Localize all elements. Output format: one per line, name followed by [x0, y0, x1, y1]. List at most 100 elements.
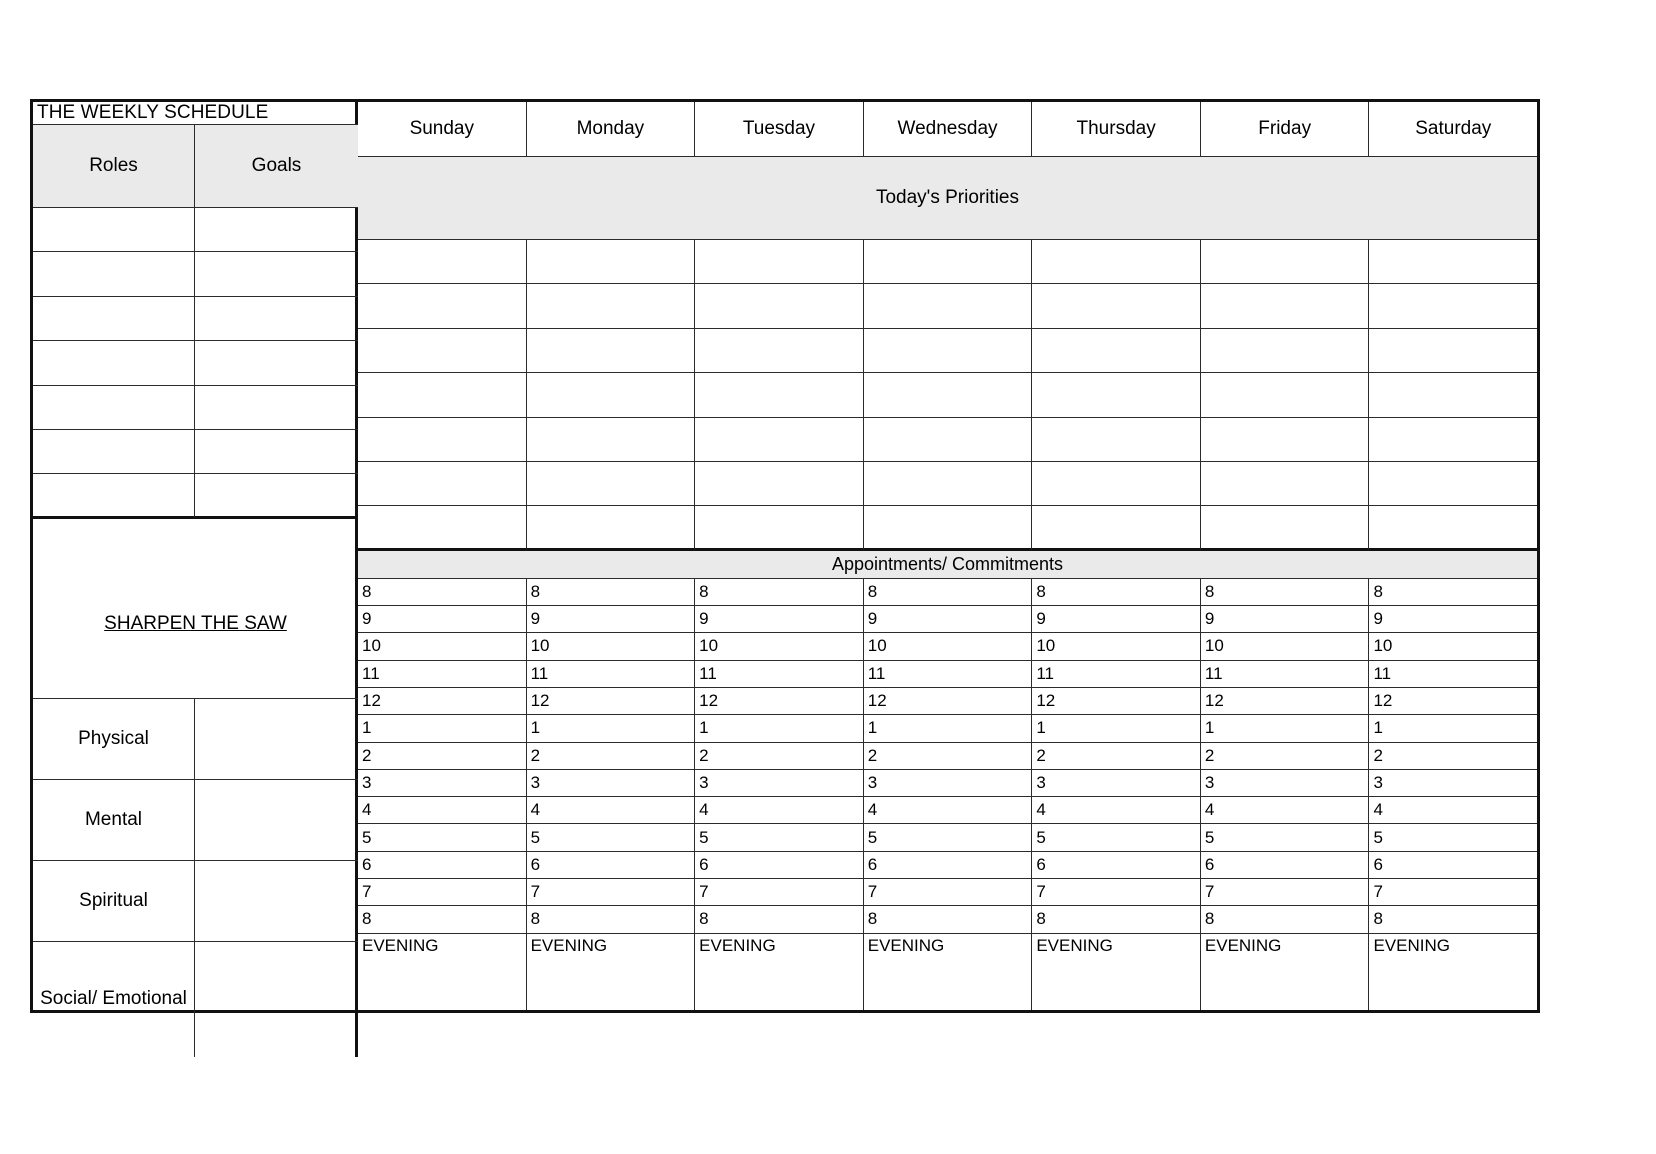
goal-entry-cell[interactable] — [195, 474, 358, 519]
priority-entry-cell-tuesday[interactable] — [695, 373, 864, 418]
hour-slot-friday-9[interactable]: 9 — [1200, 606, 1370, 634]
hour-slot-friday-6[interactable]: 6 — [1200, 851, 1370, 879]
hour-slot-saturday-4[interactable]: 4 — [1369, 797, 1538, 825]
hour-slot-wednesday-4[interactable]: 4 — [863, 797, 1033, 825]
hour-slot-monday-6[interactable]: 6 — [526, 851, 696, 879]
role-entry-cell[interactable] — [33, 474, 195, 519]
hour-slot-tuesday-1[interactable]: 1 — [695, 715, 864, 743]
hour-slot-friday-8[interactable]: 8 — [1200, 906, 1370, 934]
priority-entry-cell-monday[interactable] — [526, 417, 696, 462]
hour-slot-thursday-8[interactable]: 8 — [1032, 578, 1201, 607]
evening-slot-thursday[interactable]: EVENING — [1032, 933, 1201, 1010]
goal-entry-cell[interactable] — [195, 252, 358, 297]
hour-slot-thursday-10[interactable]: 10 — [1032, 633, 1201, 661]
hour-slot-thursday-9[interactable]: 9 — [1032, 606, 1201, 634]
priority-entry-cell-thursday[interactable] — [1032, 284, 1201, 329]
hour-slot-wednesday-12[interactable]: 12 — [863, 687, 1033, 716]
priority-entry-cell-sunday[interactable] — [358, 240, 527, 285]
hour-slot-saturday-7[interactable]: 7 — [1369, 879, 1538, 907]
hour-slot-friday-10[interactable]: 10 — [1200, 633, 1370, 661]
hour-slot-wednesday-6[interactable]: 6 — [863, 851, 1033, 879]
priority-entry-cell-friday[interactable] — [1200, 506, 1370, 551]
priority-entry-cell-wednesday[interactable] — [863, 328, 1033, 374]
hour-slot-saturday-5[interactable]: 5 — [1369, 824, 1538, 852]
goal-entry-cell[interactable] — [195, 208, 358, 253]
hour-slot-sunday-7[interactable]: 7 — [358, 879, 527, 907]
hour-slot-friday-12[interactable]: 12 — [1200, 687, 1370, 716]
role-entry-cell[interactable] — [33, 385, 195, 430]
hour-slot-monday-9[interactable]: 9 — [526, 606, 696, 634]
hour-slot-wednesday-1[interactable]: 1 — [863, 715, 1033, 743]
hour-slot-tuesday-2[interactable]: 2 — [695, 742, 864, 770]
hour-slot-saturday-9[interactable]: 9 — [1369, 606, 1538, 634]
priority-entry-cell-tuesday[interactable] — [695, 284, 864, 329]
hour-slot-saturday-12[interactable]: 12 — [1369, 688, 1538, 716]
hour-slot-sunday-9[interactable]: 9 — [358, 606, 527, 634]
hour-slot-tuesday-12[interactable]: 12 — [695, 687, 864, 716]
hour-slot-monday-1[interactable]: 1 — [526, 715, 696, 743]
hour-slot-saturday-11[interactable]: 11 — [1369, 661, 1538, 688]
hour-slot-monday-2[interactable]: 2 — [526, 742, 696, 770]
priority-entry-cell-saturday[interactable] — [1369, 240, 1538, 285]
priority-entry-cell-wednesday[interactable] — [863, 240, 1033, 285]
hour-slot-monday-3[interactable]: 3 — [526, 769, 696, 798]
hour-slot-tuesday-7[interactable]: 7 — [695, 879, 864, 907]
hour-slot-wednesday-2[interactable]: 2 — [863, 742, 1033, 770]
hour-slot-sunday-12[interactable]: 12 — [358, 687, 527, 716]
hour-slot-wednesday-8[interactable]: 8 — [863, 906, 1033, 934]
priority-entry-cell-wednesday[interactable] — [863, 461, 1033, 507]
role-entry-cell[interactable] — [33, 252, 195, 297]
priority-entry-cell-monday[interactable] — [526, 373, 696, 418]
hour-slot-monday-8[interactable]: 8 — [526, 578, 696, 607]
hour-slot-saturday-1[interactable]: 1 — [1369, 715, 1538, 743]
hour-slot-sunday-2[interactable]: 2 — [358, 742, 527, 770]
role-entry-cell[interactable] — [33, 296, 195, 342]
evening-slot-wednesday[interactable]: EVENING — [864, 933, 1033, 1010]
evening-slot-monday[interactable]: EVENING — [527, 933, 696, 1010]
hour-slot-monday-4[interactable]: 4 — [526, 797, 696, 825]
hour-slot-monday-10[interactable]: 10 — [526, 633, 696, 661]
evening-slot-sunday[interactable]: EVENING — [358, 933, 527, 1010]
goal-entry-cell[interactable] — [195, 430, 358, 475]
priority-entry-cell-sunday[interactable] — [358, 373, 527, 418]
priority-entry-cell-thursday[interactable] — [1032, 240, 1201, 285]
saw-entry-cell[interactable] — [195, 699, 358, 780]
role-entry-cell[interactable] — [33, 341, 195, 386]
priority-entry-cell-saturday[interactable] — [1369, 462, 1538, 507]
hour-slot-thursday-2[interactable]: 2 — [1032, 742, 1201, 770]
hour-slot-wednesday-8[interactable]: 8 — [863, 578, 1033, 607]
hour-slot-friday-1[interactable]: 1 — [1200, 715, 1370, 743]
hour-slot-saturday-8[interactable]: 8 — [1369, 906, 1538, 934]
priority-entry-cell-tuesday[interactable] — [695, 506, 864, 551]
priority-entry-cell-friday[interactable] — [1200, 240, 1370, 285]
priority-entry-cell-tuesday[interactable] — [695, 328, 864, 374]
priority-entry-cell-friday[interactable] — [1200, 284, 1370, 329]
saw-entry-cell[interactable] — [195, 780, 358, 861]
hour-slot-tuesday-6[interactable]: 6 — [695, 851, 864, 879]
priority-entry-cell-wednesday[interactable] — [863, 506, 1033, 551]
hour-slot-wednesday-11[interactable]: 11 — [863, 660, 1033, 688]
hour-slot-saturday-10[interactable]: 10 — [1369, 633, 1538, 661]
hour-slot-friday-2[interactable]: 2 — [1200, 742, 1370, 770]
priority-entry-cell-sunday[interactable] — [358, 461, 527, 507]
hour-slot-thursday-11[interactable]: 11 — [1032, 660, 1201, 688]
priority-entry-cell-saturday[interactable] — [1369, 373, 1538, 418]
priority-entry-cell-friday[interactable] — [1200, 417, 1370, 462]
hour-slot-tuesday-10[interactable]: 10 — [695, 633, 864, 661]
priority-entry-cell-wednesday[interactable] — [863, 284, 1033, 329]
priority-entry-cell-tuesday[interactable] — [695, 461, 864, 507]
hour-slot-thursday-12[interactable]: 12 — [1032, 687, 1201, 716]
hour-slot-friday-11[interactable]: 11 — [1200, 660, 1370, 688]
hour-slot-saturday-2[interactable]: 2 — [1369, 743, 1538, 770]
role-entry-cell[interactable] — [33, 429, 195, 475]
saw-entry-cell[interactable] — [195, 942, 358, 1057]
priority-entry-cell-sunday[interactable] — [358, 506, 527, 551]
hour-slot-tuesday-11[interactable]: 11 — [695, 660, 864, 688]
hour-slot-friday-3[interactable]: 3 — [1200, 769, 1370, 798]
hour-slot-tuesday-8[interactable]: 8 — [695, 906, 864, 934]
priority-entry-cell-monday[interactable] — [526, 461, 696, 507]
hour-slot-sunday-11[interactable]: 11 — [358, 660, 527, 688]
priority-entry-cell-friday[interactable] — [1200, 461, 1370, 507]
hour-slot-wednesday-7[interactable]: 7 — [863, 879, 1033, 907]
hour-slot-thursday-7[interactable]: 7 — [1032, 879, 1201, 907]
